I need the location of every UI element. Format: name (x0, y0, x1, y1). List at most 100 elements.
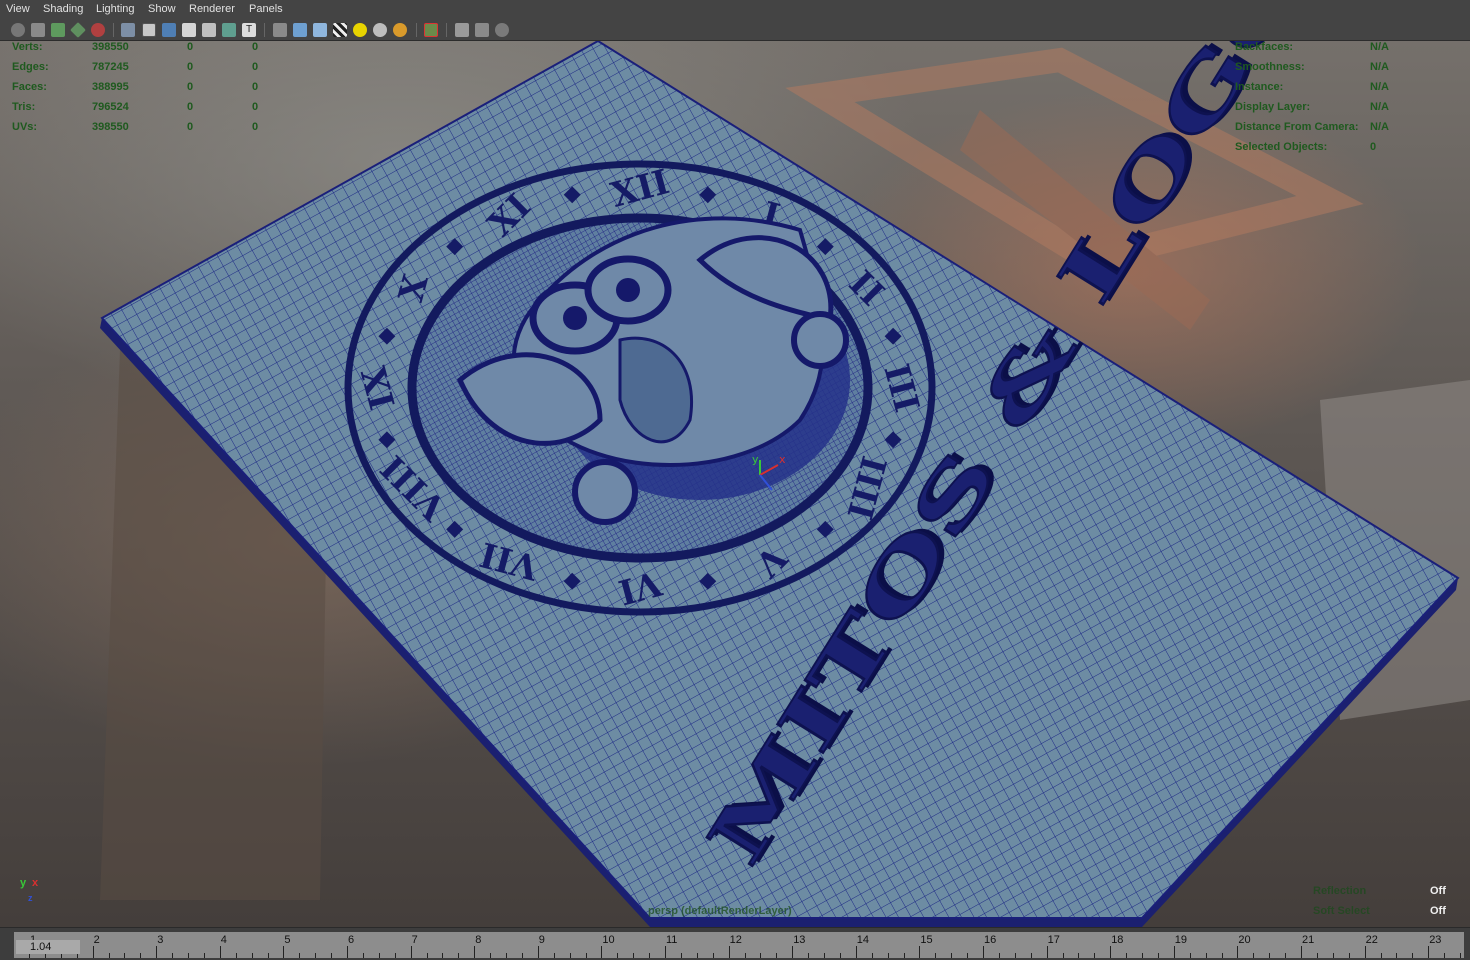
frame-tick (1030, 953, 1032, 958)
cube-textured-icon[interactable] (313, 23, 327, 37)
frame-tick (140, 953, 142, 958)
wireframe-icon[interactable] (142, 23, 156, 37)
frame-tick (299, 953, 301, 958)
frame-label: 19 (1174, 934, 1188, 946)
soft-select-label: Soft Select (1313, 905, 1370, 917)
cube-wire-icon[interactable] (273, 23, 287, 37)
frame-tick (1142, 953, 1143, 958)
time-ruler[interactable]: 1234567891011121314151617181920212223 (14, 932, 1464, 958)
cube-shaded-icon[interactable] (293, 23, 307, 37)
frame-tick (410, 946, 412, 958)
menu-show[interactable]: Show (148, 3, 176, 15)
frame-tick (347, 946, 348, 958)
panel-toolbar: T (0, 20, 1470, 41)
flat-shade-icon[interactable] (182, 23, 196, 37)
time-slider[interactable]: 1234567891011121314151617181920212223 1.… (0, 927, 1470, 960)
camera-attributes-icon[interactable] (31, 23, 45, 37)
frame-tick (1269, 953, 1271, 958)
menu-shading[interactable]: Shading (43, 3, 83, 15)
texture-icon[interactable]: T (242, 23, 256, 37)
light-all-icon[interactable] (373, 23, 387, 37)
frame-tick (92, 946, 94, 958)
frame-tick (1380, 953, 1382, 958)
detail-label: Selected Objects: (1235, 141, 1328, 153)
stat-selected: 0 (187, 121, 194, 133)
stat-selected: 0 (187, 81, 194, 93)
frame-tick (935, 953, 937, 958)
detail-label: Instance: (1235, 81, 1284, 93)
frame-label: 18 (1111, 934, 1124, 946)
frame-label: 12 (729, 934, 742, 946)
frame-tick (426, 953, 428, 958)
camera-icon[interactable] (11, 23, 25, 37)
stat-selected: 0 (187, 41, 194, 53)
bounding-box-icon[interactable] (202, 23, 216, 37)
film-gate-icon[interactable] (91, 23, 105, 37)
frame-tick (951, 953, 953, 958)
frame-tick (633, 953, 635, 958)
detail-value: 0 (1370, 141, 1377, 153)
svg-text:x: x (779, 453, 786, 466)
grid-icon[interactable] (121, 23, 135, 37)
frame-tick (156, 946, 158, 958)
light-default-icon[interactable] (353, 23, 367, 37)
frame-tick (331, 953, 333, 958)
checker-icon[interactable] (333, 23, 347, 37)
menu-renderer[interactable]: Renderer (189, 3, 235, 15)
frame-tick (1078, 953, 1080, 958)
frame-tick (824, 953, 825, 958)
frame-tick (1221, 953, 1223, 958)
stat-total: 796524 (92, 101, 129, 113)
frame-tick (855, 946, 857, 958)
detail-label: Backfaces: (1235, 41, 1294, 53)
frame-tick (553, 953, 555, 958)
frame-tick (903, 953, 905, 958)
toolbar-separator (264, 23, 265, 37)
frame-tick (680, 953, 682, 958)
use-default-material-icon[interactable] (222, 23, 236, 37)
current-frame-field[interactable]: 1.04 (16, 940, 80, 954)
image-plane-icon[interactable] (70, 22, 86, 38)
frame-tick (1444, 953, 1446, 958)
reflection-value: Off (1430, 885, 1446, 897)
frame-tick (1301, 946, 1302, 958)
frame-tick (219, 946, 221, 958)
frame-tick (1396, 953, 1398, 958)
frame-tick (172, 953, 174, 958)
frame-tick (601, 946, 603, 958)
light-bulb-icon[interactable] (393, 23, 407, 37)
stat-label: Edges: (12, 61, 49, 73)
frame-tick (1014, 953, 1016, 958)
cube-outline-icon[interactable] (455, 23, 469, 37)
frame-tick (585, 953, 587, 958)
menu-lighting[interactable]: Lighting (96, 3, 135, 15)
share-icon[interactable] (495, 23, 509, 37)
frame-tick (235, 953, 237, 958)
panel-menu-bar: View Shading Lighting Show Renderer Pane… (0, 0, 1470, 21)
frame-tick (760, 953, 762, 958)
frame-label: 3 (157, 934, 164, 946)
frame-tick (919, 946, 921, 958)
bookmark-icon[interactable] (51, 23, 65, 37)
frame-tick (1094, 953, 1096, 958)
frame-label: 10 (602, 934, 615, 946)
frame-tick (1460, 953, 1461, 958)
isolate-select-icon[interactable] (424, 23, 438, 37)
axis-z-label: z (28, 893, 33, 903)
frame-tick (1126, 953, 1128, 958)
frame-label: 6 (348, 934, 355, 946)
frame-tick (521, 953, 523, 958)
two-cubes-icon[interactable] (475, 23, 489, 37)
menu-panels[interactable]: Panels (249, 3, 283, 15)
perspective-viewport[interactable]: IIIIIIIIIIVVIVIIVIIIIXXXIXII MITOS & LOG… (0, 41, 1470, 927)
frame-tick (887, 953, 889, 958)
menu-view[interactable]: View (6, 3, 30, 15)
frame-label: 23 (1429, 934, 1442, 946)
stat-selected-uv: 0 (252, 61, 259, 73)
frame-tick (537, 946, 539, 958)
smooth-shade-icon[interactable] (162, 23, 176, 37)
stat-label: UVs: (12, 121, 38, 133)
soft-select-value: Off (1430, 905, 1446, 917)
frame-label: 8 (475, 934, 482, 946)
frame-tick (267, 953, 269, 958)
